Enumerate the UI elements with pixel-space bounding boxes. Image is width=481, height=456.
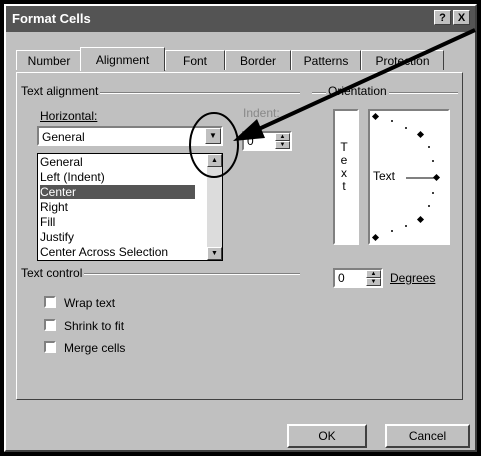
scroll-up-button[interactable]: ▲ (207, 154, 222, 167)
option-fill[interactable]: Fill (40, 215, 55, 229)
close-button[interactable]: X (453, 10, 470, 25)
indent-value: 0 (247, 134, 254, 148)
ok-label: OK (318, 429, 336, 443)
dropdown-scrollbar[interactable]: ▲ ▼ (207, 154, 222, 260)
horizontal-label: Horizontal: (40, 109, 98, 123)
shrink-to-fit-label[interactable]: Shrink to fit (64, 319, 124, 333)
wrap-text-label[interactable]: Wrap text (64, 296, 115, 310)
tab-protection-label: Protection (375, 54, 430, 68)
indent-spin-buttons: ▲ ▼ (275, 133, 290, 149)
shrink-to-fit-checkbox[interactable] (44, 319, 56, 331)
dropdown-button[interactable]: ▼ (205, 128, 221, 144)
indent-up-button[interactable]: ▲ (275, 133, 290, 141)
option-left-indent[interactable]: Left (Indent) (40, 170, 105, 184)
orientation-label: Orientation (326, 84, 389, 98)
ok-button[interactable]: OK (287, 424, 367, 448)
indent-spinner[interactable]: 0 ▲ ▼ (242, 131, 292, 151)
vertical-char: t (342, 179, 346, 193)
indent-label: Indent: (243, 106, 280, 120)
tab-border-label: Border (239, 54, 277, 68)
merge-cells-checkbox[interactable] (44, 341, 56, 353)
option-center-across-selection[interactable]: Center Across Selection (40, 245, 168, 259)
tab-alignment-label: Alignment (95, 53, 150, 67)
degrees-value: 0 (338, 271, 345, 285)
orientation-dial-text: Text (373, 169, 396, 183)
tab-protection[interactable]: Protection (361, 50, 444, 70)
degrees-spin-buttons: ▲ ▼ (366, 270, 381, 286)
title-buttons: ? X (434, 10, 470, 25)
title-bar[interactable]: Format Cells ? X (6, 6, 475, 32)
tab-font[interactable]: Font (165, 50, 225, 70)
horizontal-dropdown-list[interactable]: General Left (Indent) Center Right Fill … (37, 153, 223, 261)
tab-font-label: Font (182, 54, 207, 68)
indent-down-button[interactable]: ▼ (275, 141, 290, 149)
text-control-label: Text control (19, 266, 85, 280)
text-alignment-label: Text alignment (19, 84, 101, 98)
tab-number[interactable]: Number (16, 50, 82, 70)
window-title: Format Cells (12, 11, 91, 26)
page: Format Cells ? X Number Alignment Font B… (0, 0, 481, 456)
tab-border[interactable]: Border (225, 50, 291, 70)
tab-patterns-label: Patterns (303, 54, 349, 68)
degrees-spinner[interactable]: 0 ▲ ▼ (333, 268, 383, 288)
option-justify[interactable]: Justify (40, 230, 74, 244)
scroll-down-button[interactable]: ▼ (207, 247, 222, 260)
tab-number-label: Number (27, 54, 71, 68)
cancel-label: Cancel (408, 429, 447, 443)
horizontal-value: General (42, 130, 85, 144)
horizontal-combobox[interactable]: General ▼ (37, 126, 223, 146)
degrees-up-button[interactable]: ▲ (366, 270, 381, 278)
option-center[interactable]: Center (40, 185, 195, 199)
help-button[interactable]: ? (434, 10, 451, 25)
tab-alignment[interactable]: Alignment (80, 47, 165, 71)
option-right[interactable]: Right (40, 200, 68, 214)
tab-patterns[interactable]: Patterns (291, 50, 361, 70)
degrees-down-button[interactable]: ▼ (366, 278, 381, 286)
vertical-text: T e x t (337, 141, 351, 193)
cancel-button[interactable]: Cancel (385, 424, 470, 448)
merge-cells-label[interactable]: Merge cells (64, 341, 125, 355)
wrap-text-checkbox[interactable] (44, 296, 56, 308)
option-general[interactable]: General (40, 155, 83, 169)
degrees-label: Degrees (390, 271, 436, 285)
